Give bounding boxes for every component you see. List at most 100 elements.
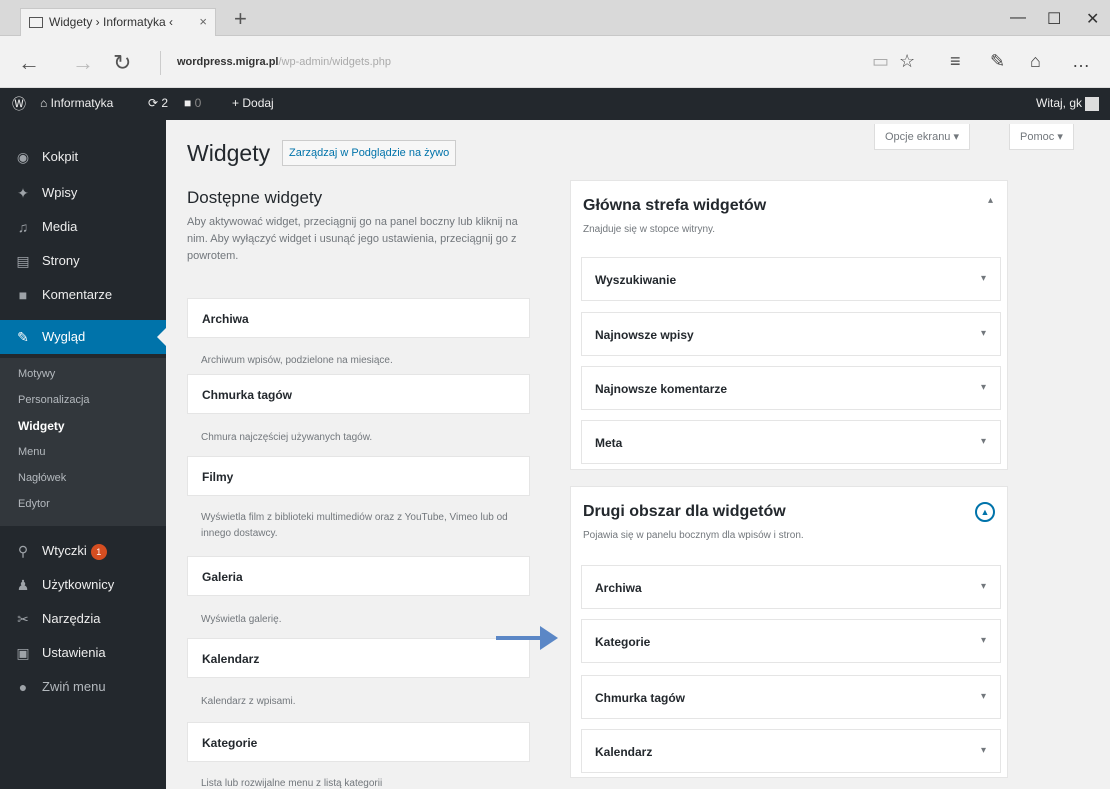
chevron-down-icon[interactable]: ▾ [981,382,986,393]
sidebar-item-kokpit[interactable]: ◉ Kokpit [0,140,166,174]
sidebar-item-media[interactable]: ♫ Media [0,210,166,244]
help-button[interactable]: Pomoc ▾ [1009,124,1074,150]
forward-arrow-icon[interactable]: → [72,50,94,76]
chevron-down-icon[interactable]: ▾ [981,691,986,702]
share-icon[interactable]: ⌂ [1030,51,1041,72]
tools-icon: ✂ [17,611,29,627]
reading-view-icon[interactable]: ▭ [872,51,889,72]
widget-name: Najnowsze wpisy [595,328,694,342]
screen-options-label: Opcje ekranu [885,131,951,143]
settings-icon: ▣ [16,645,30,661]
widget-name: Archiwa [595,581,642,595]
submenu-item-widgety[interactable]: Widgety [18,419,65,433]
dashboard-icon: ◉ [16,149,30,165]
sidebar-item-wpisy[interactable]: ✦ Wpisy [0,176,166,210]
users-icon: ♟ [16,577,30,593]
refresh-icon[interactable]: ↻ [113,50,131,76]
sidebar-item-label: Użytkownicy [42,577,115,592]
area-widget-kategorie[interactable]: Kategorie ▾ [581,619,1001,663]
sidebar-item-uzytkownicy[interactable]: ♟ Użytkownicy [0,568,166,602]
submenu-item-edytor[interactable]: Edytor [18,498,50,510]
admin-sidebar: ◉ Kokpit ✦ Wpisy ♫ Media ▤ Strony ■ Komentarz… [0,120,166,789]
area-widget-chmurka-tagow[interactable]: Chmurka tagów ▾ [581,675,1001,719]
area-widget-najnowsze-wpisy[interactable]: Najnowsze wpisy ▾ [581,312,1001,356]
chevron-down-icon[interactable]: ▾ [981,328,986,339]
widget-kalendarz[interactable]: Kalendarz [187,638,530,678]
submenu-item-naglowek[interactable]: Nagłówek [18,472,66,484]
submenu-item-motywy[interactable]: Motywy [18,368,55,380]
hub-icon[interactable]: ≡ [950,51,961,72]
maximize-icon[interactable]: ☐ [1047,9,1061,29]
pin-icon: ✦ [17,185,29,201]
browser-tab-strip: Widgety › Informatyka ‹ × + — ☐ ✕ [0,0,1110,36]
chevron-down-icon[interactable]: ▾ [981,745,986,756]
sidebar-item-label: Wygląd [42,329,86,344]
manage-live-preview-button[interactable]: Zarządzaj w Podglądzie na żywo [282,140,457,166]
second-widget-area-title[interactable]: Drugi obszar dla widgetów [583,503,786,521]
collapse-caret-icon[interactable]: ▴ [988,195,993,206]
sidebar-item-label: Wpisy [42,185,78,200]
account-link[interactable]: Witaj, gk [1036,96,1100,111]
plus-icon: + [232,96,240,110]
page-icon: ▤ [16,253,30,269]
url-field[interactable]: wordpress.migra.pl/wp-admin/widgets.php [160,51,840,75]
sidebar-item-wyglad[interactable]: ✎ Wygląd [0,320,166,354]
screen-options-button[interactable]: Opcje ekranu ▾ [874,124,971,150]
widget-description: Chmura najczęściej używanych tagów. [201,432,373,443]
sidebar-item-ustawienia[interactable]: ▣ Ustawienia [0,636,166,670]
url-host: wordpress.migra.pl [177,56,279,68]
area-widget-meta[interactable]: Meta ▾ [581,420,1001,464]
appearance-icon: ✎ [17,329,29,345]
area-widget-kalendarz[interactable]: Kalendarz ▾ [581,729,1001,773]
chevron-down-icon[interactable]: ▾ [981,635,986,646]
chevron-down-icon[interactable]: ▾ [981,436,986,447]
wordpress-logo-icon[interactable]: Ⓦ [12,94,26,114]
submenu-item-menu[interactable]: Menu [18,446,46,458]
comments-link[interactable]: ■ 0 [184,96,201,110]
site-name-link[interactable]: ⌂ Informatyka [40,96,113,110]
active-indicator [157,328,166,346]
sidebar-item-narzedzia[interactable]: ✂ Narzędzia [0,602,166,636]
widget-chmurka-tagow[interactable]: Chmurka tagów [187,374,530,414]
area-widget-najnowsze-komentarze[interactable]: Najnowsze komentarze ▾ [581,366,1001,410]
sidebar-item-wtyczki[interactable]: ⚲ Wtyczki 1 [0,534,166,568]
collapse-toggle-icon[interactable]: ▲ [975,502,995,522]
browser-tab[interactable]: Widgety › Informatyka ‹ × [20,8,216,36]
chevron-down-icon[interactable]: ▾ [981,273,986,284]
sidebar-item-komentarze[interactable]: ■ Komentarze [0,278,166,312]
submenu-item-personalizacja[interactable]: Personalizacja [18,394,90,406]
updates-link[interactable]: ⟳ 2 [148,96,168,110]
main-widget-area-title[interactable]: Główna strefa widgetów [583,197,766,215]
main-content: Opcje ekranu ▾ Pomoc ▾ Widgety Zarządzaj… [166,120,1110,789]
main-widget-area-description: Znajduje się w stopce witryny. [583,224,716,235]
back-arrow-icon[interactable]: ← [18,50,40,76]
web-note-icon[interactable]: ✎ [990,51,1005,72]
minimize-icon[interactable]: — [1010,9,1026,27]
more-icon[interactable]: … [1072,51,1090,72]
avatar [1085,96,1100,111]
second-widget-area-description: Pojawia się w panelu bocznym dla wpisów … [583,530,804,541]
sidebar-item-zwin-menu[interactable]: ● Zwiń menu [0,670,166,704]
favorite-star-icon[interactable]: ☆ [899,51,915,72]
widget-kategorie[interactable]: Kategorie [187,722,530,762]
add-new-link[interactable]: + Dodaj [232,96,274,110]
area-widget-archiwa[interactable]: Archiwa ▾ [581,565,1001,609]
widget-filmy[interactable]: Filmy [187,456,530,496]
widget-galeria[interactable]: Galeria [187,556,530,596]
widget-archiwa[interactable]: Archiwa [187,298,530,338]
sidebar-item-label: Media [42,219,78,234]
widget-description: Lista lub rozwijalne menu z listą katego… [201,778,383,789]
site-name: Informatyka [50,96,114,110]
close-window-icon[interactable]: ✕ [1086,9,1099,29]
tab-close-icon[interactable]: × [199,14,207,29]
comment-bubble-icon: ■ [184,96,192,110]
chevron-down-icon[interactable]: ▾ [981,581,986,592]
sidebar-item-label: Strony [42,253,80,268]
new-tab-button[interactable]: + [234,8,247,30]
area-widget-wyszukiwanie[interactable]: Wyszukiwanie ▾ [581,257,1001,301]
page-title: Widgety [187,140,271,166]
sidebar-item-label: Wtyczki [42,543,87,558]
sidebar-item-strony[interactable]: ▤ Strony [0,244,166,278]
widget-name: Wyszukiwanie [595,273,677,287]
greeting: Witaj, gk [1036,96,1083,110]
